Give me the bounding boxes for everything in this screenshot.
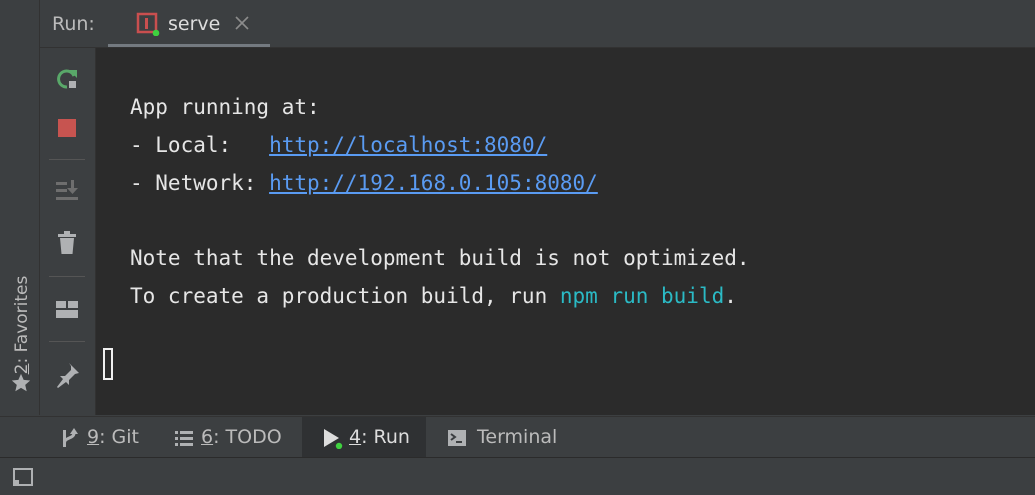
git-number: 9 [87,426,100,448]
run-text: : Run [361,426,410,448]
favorites-tab[interactable]: 2: Favorites [2,250,37,400]
tool-tab-run-label: 4: Run [349,426,410,448]
run-tab-serve[interactable]: serve [108,0,270,47]
toolbar-separator [49,341,85,342]
console-output[interactable]: App running at: - Local: http://localhos… [96,48,1035,415]
git-text: : Git [99,426,139,448]
build-command: npm run build [559,284,725,308]
console-line-note: Note that the development build is not o… [130,246,750,270]
console-line-local: - Local: http://localhost:8080/ [130,132,547,158]
scroll-to-end-icon[interactable] [52,176,82,206]
todo-number: 6 [201,426,214,448]
toolbar-separator [49,159,85,160]
close-icon[interactable] [233,14,251,32]
network-url-link[interactable]: http://192.168.0.105:8080/ [269,171,598,195]
ide-window: 2: Favorites Run: serve App running at: … [0,0,1035,495]
rerun-icon[interactable] [52,64,82,94]
network-prefix: - Network: [130,171,270,195]
tool-windows-toggle-icon[interactable] [11,465,35,489]
tool-tab-terminal-label: Terminal [477,426,558,448]
console-cursor [103,348,113,380]
build-suffix: . [724,284,737,308]
star-icon [11,373,31,392]
tool-tab-run[interactable]: 4: Run [302,417,426,458]
console-line-app-running: App running at: [130,95,320,119]
toolbar-separator [49,276,85,277]
run-panel-header: Run: serve [40,0,1035,48]
console-line-build: To create a production build, run npm ru… [130,283,737,309]
tool-tab-git-label: 9: Git [87,426,139,448]
status-bar [0,457,1035,495]
console-line-network: - Network: http://192.168.0.105:8080/ [130,170,598,196]
trash-icon[interactable] [52,228,82,258]
npm-serve-icon [136,12,160,36]
run-number: 4 [349,426,362,448]
tool-tab-git[interactable]: 9: Git [48,417,158,458]
todo-list-icon [175,431,193,446]
build-prefix: To create a production build, run [130,284,560,308]
favorites-tab-text: : Favorites [12,275,32,364]
stop-icon[interactable] [52,113,82,143]
local-url-link[interactable]: http://localhost:8080/ [269,133,547,157]
active-tab-indicator [108,44,270,47]
todo-text: : TODO [213,426,282,448]
git-branch-icon [63,428,78,447]
terminal-icon [448,430,466,446]
run-tab-label: serve [168,13,221,35]
left-tool-stripe: 2: Favorites [0,0,40,415]
tool-tab-todo-label: 6: TODO [201,426,282,448]
run-panel-title: Run: [52,13,95,35]
layout-icon[interactable] [52,294,82,324]
tool-window-bar: 9: Git 6: TODO 4: Run Terminal [0,416,1035,458]
tool-tab-terminal[interactable]: Terminal [434,417,574,458]
local-prefix: - Local: [130,133,270,157]
run-toolbar [40,48,96,415]
favorites-tab-label: 2: Favorites [12,276,32,375]
run-play-icon [324,429,343,449]
pin-icon[interactable] [52,360,82,390]
tool-tab-todo[interactable]: 6: TODO [162,417,298,458]
